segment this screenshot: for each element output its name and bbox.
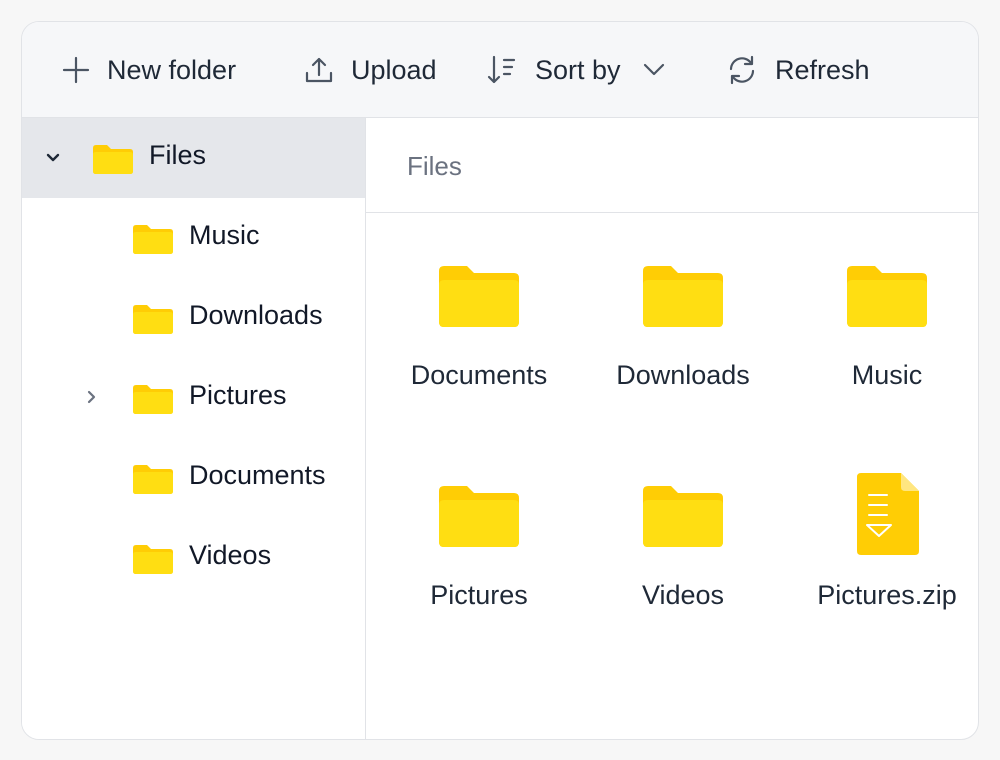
folder-icon: [847, 266, 927, 327]
new-folder-button[interactable]: New folder: [62, 48, 236, 92]
upload-button[interactable]: Upload: [304, 48, 437, 92]
file-name: Pictures: [430, 580, 528, 610]
folder-icon: [133, 385, 173, 414]
tree-item-music[interactable]: Music: [22, 198, 365, 278]
tree-item-label: Videos: [189, 540, 272, 570]
tree-item-label: Downloads: [189, 300, 323, 330]
refresh-button[interactable]: Refresh: [726, 48, 870, 92]
file-tile-documents[interactable]: Documents: [384, 265, 574, 445]
toolbar: New folder Upload Sort by Refresh: [22, 22, 978, 118]
zip-file-icon: [857, 473, 919, 555]
folder-tree: Files Music Downloads Pictures Documents…: [22, 118, 366, 739]
file-tile-music[interactable]: Music: [792, 265, 978, 445]
tree-item-downloads[interactable]: Downloads: [22, 278, 365, 358]
tree-item-label: Music: [189, 220, 260, 250]
folder-icon: [643, 266, 723, 327]
file-name: Music: [851, 360, 923, 390]
file-name: Pictures.zip: [817, 580, 957, 610]
sort-by-label: Sort by: [535, 54, 621, 85]
tree-item-documents[interactable]: Documents: [22, 438, 365, 518]
tree-item-pictures[interactable]: Pictures: [22, 358, 365, 438]
folder-icon: [133, 225, 173, 254]
chevron-down-icon[interactable]: [46, 153, 60, 163]
folder-icon: [133, 545, 173, 574]
sort-by-button[interactable]: Sort by: [486, 48, 665, 92]
upload-icon: [305, 57, 333, 83]
file-tile-videos[interactable]: Videos: [588, 485, 778, 665]
file-tile-downloads[interactable]: Downloads: [588, 265, 778, 445]
new-folder-label: New folder: [107, 54, 237, 85]
file-tile-pictures-zip[interactable]: Pictures.zip: [792, 473, 978, 653]
folder-icon: [133, 305, 173, 334]
folder-icon: [93, 145, 133, 174]
chevron-right-icon[interactable]: [87, 390, 97, 404]
folder-icon: [643, 486, 723, 547]
tree-item-videos[interactable]: Videos: [22, 518, 365, 598]
file-view: Files Documents Downloads Music Pictures…: [366, 118, 978, 739]
refresh-label: Refresh: [775, 54, 870, 85]
file-name: Videos: [641, 580, 725, 610]
file-name: Downloads: [616, 360, 750, 390]
sort-icon: [487, 55, 516, 84]
file-tile-pictures[interactable]: Pictures: [384, 485, 574, 665]
folder-icon: [439, 486, 519, 547]
chevron-down-icon: [643, 63, 664, 76]
tree-item-label: Pictures: [189, 380, 287, 410]
plus-icon: [62, 56, 90, 84]
tree-item-files[interactable]: Files: [22, 118, 365, 198]
file-name: Documents: [410, 360, 548, 390]
upload-label: Upload: [351, 54, 437, 85]
breadcrumb-item[interactable]: Files: [407, 151, 462, 182]
breadcrumb: Files: [366, 118, 978, 213]
refresh-icon: [729, 55, 755, 85]
file-manager-window: New folder Upload Sort by Refresh Files …: [21, 21, 979, 740]
tree-item-label: Files: [149, 140, 207, 170]
folder-icon: [133, 465, 173, 494]
folder-icon: [439, 266, 519, 327]
tree-item-label: Documents: [189, 460, 326, 490]
